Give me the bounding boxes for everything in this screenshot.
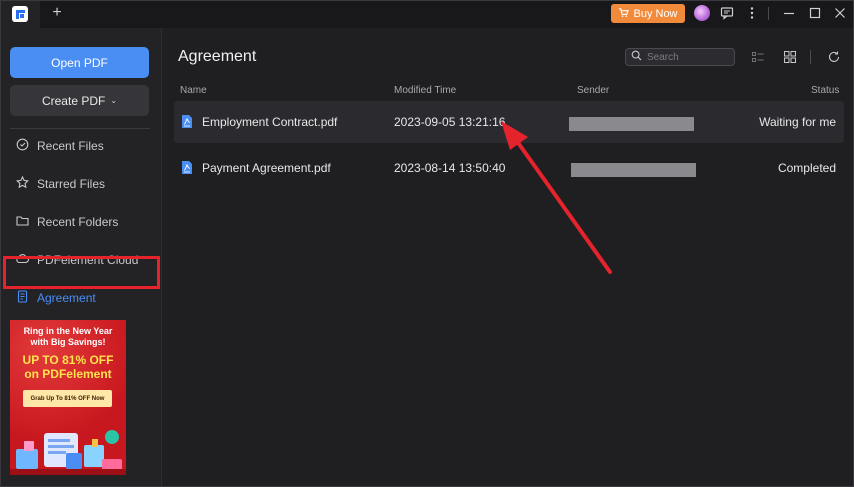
- create-pdf-button[interactable]: Create PDF ⌄: [10, 85, 149, 116]
- search-icon: [631, 48, 642, 66]
- modified-time: 2023-09-05 13:21:16: [394, 115, 506, 129]
- sender-redacted: [571, 163, 696, 177]
- column-header-modified[interactable]: Modified Time: [394, 85, 456, 96]
- column-header-sender[interactable]: Sender: [577, 85, 609, 96]
- close-icon[interactable]: [832, 5, 848, 21]
- open-pdf-button[interactable]: Open PDF: [10, 47, 149, 78]
- buy-now-label: Buy Now: [633, 7, 678, 20]
- sidebar-divider: [10, 128, 150, 129]
- status-text: Waiting for me: [759, 115, 836, 129]
- create-pdf-label: Create PDF: [41, 93, 106, 108]
- status-text: Completed: [777, 161, 836, 175]
- pdf-file-icon: [181, 160, 193, 175]
- chevron-down-icon: ⌄: [110, 96, 118, 105]
- cart-icon: [618, 7, 630, 21]
- promo-banner[interactable]: Ring in the New Year with Big Savings! U…: [10, 320, 126, 475]
- banner-illustration: [10, 430, 126, 475]
- sidebar-item-label: Recent Files: [37, 139, 104, 153]
- sidebar-item-label: Recent Folders: [37, 215, 119, 229]
- title-bar: + Buy Now: [0, 0, 854, 28]
- search-box[interactable]: [625, 48, 735, 66]
- refresh-icon[interactable]: [827, 50, 841, 64]
- sidebar-item-recent-folders[interactable]: Recent Folders: [10, 209, 158, 235]
- banner-headline-2: on PDFelement: [24, 367, 112, 381]
- clock-icon: [16, 138, 29, 154]
- column-header-status[interactable]: Status: [811, 85, 839, 96]
- sender-redacted: [569, 117, 694, 131]
- file-name: Payment Agreement.pdf: [202, 161, 331, 175]
- title-bar-divider: [768, 7, 769, 20]
- annotation-highlight-box: [3, 256, 160, 289]
- banner-subtitle: Ring in the New Year with Big Savings!: [10, 326, 126, 348]
- sidebar-item-label: Starred Files: [37, 177, 106, 191]
- maximize-icon[interactable]: [807, 5, 823, 21]
- folder-icon: [16, 214, 29, 230]
- minimize-icon[interactable]: [781, 5, 797, 21]
- app-logo-icon: [12, 6, 28, 22]
- star-icon: [15, 175, 30, 192]
- page-title: Agreement: [178, 48, 257, 65]
- toolbar-divider: [810, 50, 811, 64]
- main-panel: Agreement Name Modified Time Sender Stat…: [163, 28, 854, 487]
- plus-icon[interactable]: +: [48, 4, 66, 22]
- banner-headline-1: UP TO 81% OFF: [22, 353, 114, 367]
- modified-time: 2023-08-14 13:50:40: [394, 161, 506, 175]
- message-icon[interactable]: [719, 5, 735, 21]
- search-input[interactable]: [647, 51, 727, 63]
- sidebar-item-label: Agreement: [37, 291, 96, 305]
- sidebar-item-recent-files[interactable]: Recent Files: [10, 133, 158, 159]
- table-row[interactable]: Employment Contract.pdf 2023-09-05 13:21…: [174, 101, 844, 143]
- avatar[interactable]: [694, 5, 710, 21]
- buy-now-button[interactable]: Buy Now: [611, 4, 685, 23]
- grid-view-icon[interactable]: [783, 50, 797, 64]
- table-row[interactable]: Payment Agreement.pdf 2023-08-14 13:50:4…: [174, 147, 844, 189]
- file-name: Employment Contract.pdf: [202, 115, 338, 129]
- more-icon[interactable]: [744, 5, 760, 21]
- banner-headline: UP TO 81% OFF on PDFelement: [10, 353, 126, 381]
- agreement-icon: [16, 290, 29, 306]
- pdf-file-icon: [181, 114, 193, 129]
- column-header-name[interactable]: Name: [180, 85, 207, 96]
- banner-cta-button[interactable]: Grab Up To 81% OFF Now: [23, 390, 112, 407]
- banner-line-1: Ring in the New Year: [23, 326, 113, 336]
- banner-line-2: with Big Savings!: [30, 337, 106, 347]
- sidebar-item-starred-files[interactable]: Starred Files: [10, 171, 158, 197]
- list-view-icon[interactable]: [751, 50, 765, 64]
